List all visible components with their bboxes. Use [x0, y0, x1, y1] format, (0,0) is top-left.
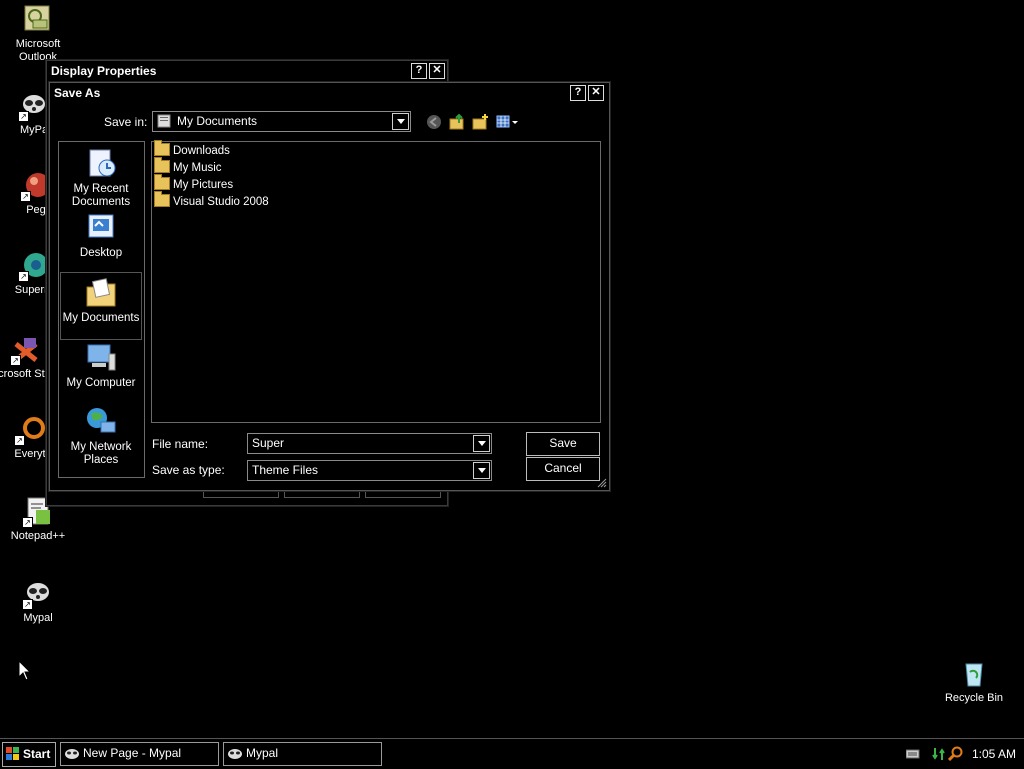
desktop-icon-label: Recycle Bin — [944, 692, 1004, 704]
close-button[interactable]: ✕ — [429, 63, 445, 79]
visual-studio-icon: ↗ — [10, 334, 42, 366]
my-documents-icon — [85, 277, 117, 309]
place-label: Desktop — [79, 247, 123, 259]
desktop-icon-recycle-bin[interactable]: Recycle Bin — [934, 658, 1014, 705]
help-button[interactable]: ? — [570, 85, 586, 101]
taskbar-button-new-page-mypal[interactable]: New Page - Mypal — [60, 742, 219, 766]
start-label: Start — [23, 747, 51, 761]
save-as-type-value: Theme Files — [252, 463, 319, 477]
recycle-bin-icon — [958, 658, 990, 690]
file-name: Downloads — [173, 145, 230, 157]
save-in-dropdown[interactable]: My Documents — [152, 111, 411, 132]
search-icon[interactable] — [948, 746, 964, 762]
outlook-icon — [22, 4, 54, 36]
file-name-input[interactable]: Super — [247, 433, 492, 454]
resize-grip-icon[interactable] — [596, 477, 607, 488]
windows-logo-icon — [6, 747, 19, 760]
network-tray-icon[interactable] — [932, 746, 946, 762]
save-as-dialog: Save As ? ✕ Save in: My Documents My Rec… — [49, 82, 610, 491]
save-button[interactable]: Save — [526, 432, 600, 456]
help-button[interactable]: ? — [411, 63, 427, 79]
place-my-recent-documents[interactable]: My Recent Documents — [61, 148, 141, 209]
file-name-label: File name: — [152, 437, 209, 451]
place-my-computer[interactable]: My Computer — [61, 342, 141, 390]
mypal-icon — [65, 749, 79, 759]
recent-documents-icon — [85, 148, 117, 180]
list-item[interactable]: Downloads — [154, 140, 230, 159]
save-as-type-dropdown[interactable]: Theme Files — [247, 460, 492, 481]
file-name-value: Super — [252, 436, 285, 450]
place-desktop[interactable]: Desktop — [61, 212, 141, 260]
pictures-folder-icon — [154, 174, 170, 190]
file-name: My Music — [173, 162, 222, 174]
mypal-icon: ↗ — [22, 578, 54, 610]
place-my-documents[interactable]: My Documents — [60, 272, 142, 340]
places-bar: My Recent Documents Desktop My Documents… — [58, 141, 145, 478]
place-my-network-places[interactable]: My Network Places — [61, 406, 141, 467]
back-icon[interactable] — [426, 114, 442, 130]
mypal-icon — [228, 749, 242, 759]
chevron-down-icon[interactable] — [392, 113, 409, 130]
my-computer-icon — [85, 342, 117, 374]
file-list[interactable]: Downloads My Music My Pictures Visual St… — [151, 140, 601, 423]
window-title: Display Properties — [51, 64, 157, 78]
taskbar-button-mypal[interactable]: Mypal — [223, 742, 382, 766]
list-item[interactable]: My Pictures — [154, 174, 234, 193]
desktop-icon-label: Mypal — [23, 612, 53, 624]
place-label: My Recent Documents — [71, 183, 131, 208]
dialog-title: Save As — [54, 86, 101, 100]
start-button[interactable]: Start — [2, 742, 56, 767]
display-properties-titlebar[interactable]: Display Properties ? ✕ — [47, 61, 447, 81]
place-label: My Computer — [66, 377, 136, 389]
mouse-cursor-icon — [18, 660, 32, 681]
clock[interactable]: 1:05 AM — [972, 747, 1016, 761]
system-tray: 1:05 AM — [894, 739, 1024, 769]
close-button[interactable]: ✕ — [588, 85, 604, 101]
folder-icon — [154, 140, 170, 156]
place-label: My Documents — [62, 312, 140, 324]
task-label: New Page - Mypal — [83, 746, 182, 760]
list-item[interactable]: Visual Studio 2008 — [154, 191, 269, 210]
music-folder-icon — [154, 157, 170, 173]
chevron-down-icon[interactable] — [473, 462, 490, 479]
desktop-icon-mypal-2[interactable]: ↗ Mypal — [0, 578, 78, 625]
desktop-icon-label: Notepad++ — [10, 530, 66, 542]
chevron-down-icon[interactable] — [473, 435, 490, 452]
save-as-titlebar[interactable]: Save As ? ✕ — [50, 83, 609, 103]
up-folder-icon[interactable] — [448, 113, 466, 131]
save-in-label: Save in: — [104, 115, 148, 129]
task-label: Mypal — [246, 746, 279, 760]
network-places-icon — [85, 406, 117, 438]
everything-icon: ↗ — [14, 414, 46, 446]
my-documents-icon — [157, 114, 171, 128]
folder-icon — [154, 191, 170, 207]
view-menu-icon[interactable] — [496, 114, 520, 130]
save-in-value: My Documents — [177, 114, 258, 128]
file-name: My Pictures — [173, 179, 234, 191]
keyboard-icon[interactable] — [906, 749, 920, 759]
desktop-icon — [85, 212, 117, 244]
list-item[interactable]: My Music — [154, 157, 222, 176]
save-as-type-label: Save as type: — [152, 463, 225, 477]
place-label: My Network Places — [70, 441, 132, 466]
taskbar: Start New Page - Mypal Mypal 1:05 AM — [0, 738, 1024, 769]
file-name: Visual Studio 2008 — [173, 196, 269, 208]
desktop-icon-outlook[interactable]: Microsoft Outlook — [0, 4, 78, 64]
new-folder-icon[interactable] — [471, 113, 489, 131]
cancel-button[interactable]: Cancel — [526, 457, 600, 481]
